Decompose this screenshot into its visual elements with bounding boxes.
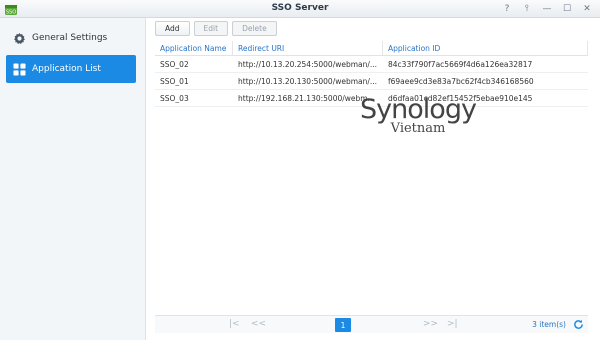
minimize-icon[interactable]: —: [538, 1, 556, 16]
window-controls: ? ⫯ — ☐ ✕: [498, 1, 596, 16]
sidebar-item-general-settings[interactable]: General Settings: [6, 24, 136, 52]
table-row[interactable]: SSO_02 http://10.13.20.254:5000/webman/.…: [155, 56, 588, 73]
edit-button[interactable]: Edit: [193, 21, 229, 36]
refresh-icon[interactable]: [573, 319, 584, 330]
maximize-icon[interactable]: ☐: [558, 1, 576, 16]
redirect-uri-cell: http://10.13.20.254:5000/webman/...: [238, 59, 378, 69]
current-page-button[interactable]: 1: [335, 318, 351, 332]
application-table: Application Name Redirect URI Applicatio…: [155, 41, 588, 107]
pin-icon[interactable]: ⫯: [518, 1, 536, 16]
application-id-cell: d6dfaa01cd82ef15452f5ebae910e145: [388, 93, 533, 103]
application-id-cell: f69aee9cd3e83a7bc62f4cb346168560: [388, 76, 534, 86]
close-icon[interactable]: ✕: [578, 1, 596, 16]
application-id-cell: 84c33f790f7ac5669f4d6a126ea32817: [388, 59, 533, 69]
table-row[interactable]: SSO_03 http://192.168.21.130:5000/webm..…: [155, 90, 588, 107]
redirect-uri-cell: http://10.13.20.130:5000/webman/...: [238, 76, 378, 86]
column-header-redirect-uri[interactable]: Redirect URI: [233, 41, 383, 55]
table-row[interactable]: SSO_01 http://10.13.20.130:5000/webman/.…: [155, 73, 588, 90]
application-name-cell: SSO_02: [160, 59, 189, 69]
title-bar: SSO SSO Server ? ⫯ — ☐ ✕: [0, 0, 600, 18]
previous-page-icon[interactable]: <<: [251, 319, 266, 329]
toolbar: Add Edit Delete: [155, 21, 277, 36]
watermark-subtitle: Vietnam: [390, 121, 446, 136]
sidebar: General Settings Application List: [0, 18, 146, 340]
next-page-icon[interactable]: >>: [423, 319, 438, 329]
application-name-cell: SSO_03: [160, 93, 189, 103]
item-count: 3 item(s): [532, 320, 566, 329]
redirect-uri-cell: http://192.168.21.130:5000/webm...: [238, 93, 375, 103]
sidebar-item-label: Application List: [32, 64, 101, 74]
pagination-bar: |< << 1 >> >| 3 item(s): [155, 315, 588, 333]
add-button[interactable]: Add: [155, 21, 190, 36]
sidebar-item-label: General Settings: [32, 33, 108, 43]
column-header-application-id[interactable]: Application ID: [383, 41, 588, 55]
last-page-icon[interactable]: >|: [447, 319, 458, 329]
gear-icon: [12, 31, 26, 45]
first-page-icon[interactable]: |<: [229, 319, 240, 329]
grid-icon: [12, 62, 26, 76]
application-name-cell: SSO_01: [160, 76, 189, 86]
column-header-application-name[interactable]: Application Name: [155, 41, 233, 55]
table-header: Application Name Redirect URI Applicatio…: [155, 41, 588, 56]
sidebar-item-application-list[interactable]: Application List: [6, 55, 136, 83]
delete-button[interactable]: Delete: [232, 21, 277, 36]
help-icon[interactable]: ?: [498, 1, 516, 16]
